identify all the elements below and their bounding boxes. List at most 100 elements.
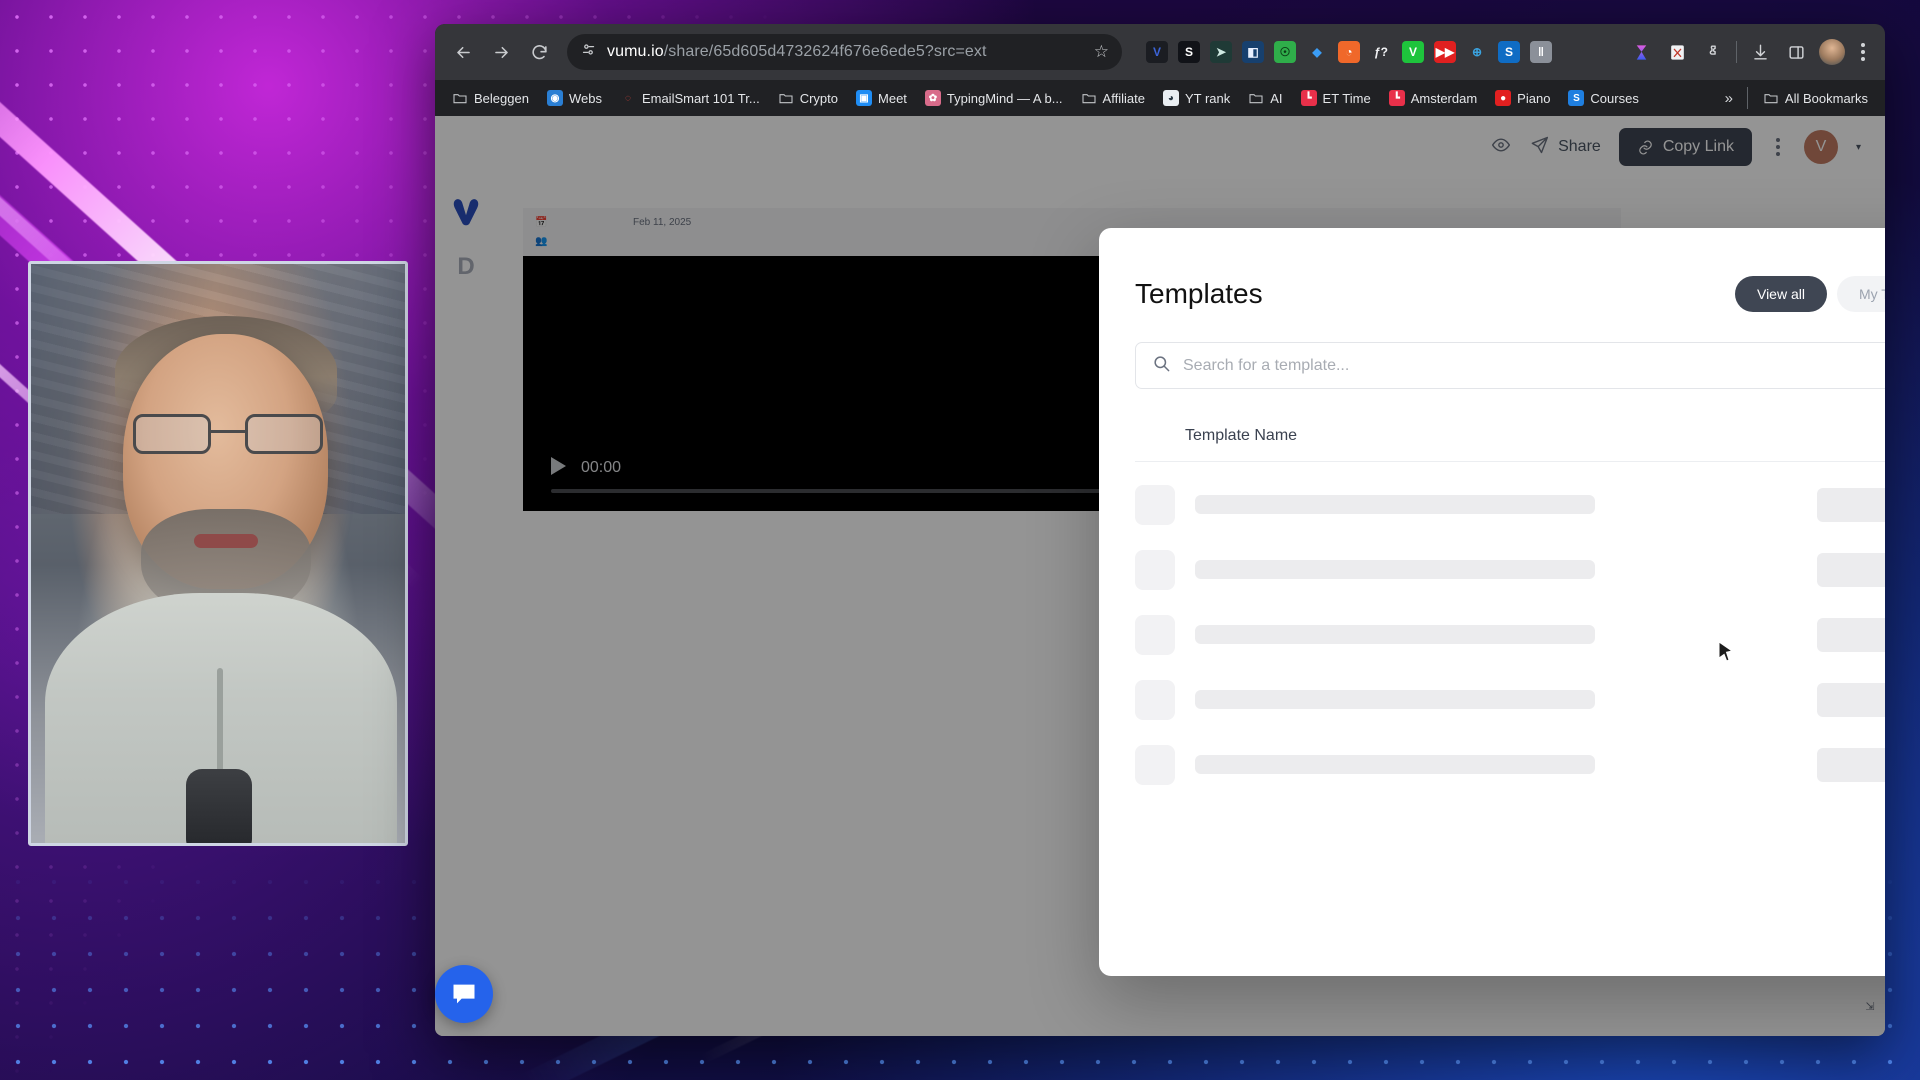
folder-icon bbox=[1081, 90, 1097, 106]
row-name-skeleton bbox=[1195, 690, 1595, 709]
s-extension[interactable]: S bbox=[1178, 41, 1200, 63]
profile-avatar[interactable] bbox=[1819, 39, 1845, 65]
youtube-extension[interactable]: ▶▶ bbox=[1434, 41, 1456, 63]
row-name-skeleton bbox=[1195, 560, 1595, 579]
gem-extension[interactable]: ◆ bbox=[1306, 41, 1328, 63]
row-action-skeleton bbox=[1817, 747, 1885, 782]
browser-toolbar: vumu.io/share/65d605d4732624f676e6ede5?s… bbox=[435, 24, 1885, 80]
row-thumbnail-skeleton bbox=[1135, 614, 1175, 655]
bookmark-star-icon[interactable]: ☆ bbox=[1094, 42, 1109, 62]
row-action-skeleton bbox=[1817, 552, 1885, 587]
folder-icon bbox=[778, 90, 794, 106]
bookmark-item[interactable]: ◉ Webs bbox=[540, 86, 609, 110]
bookmark-favicon: ◌ bbox=[624, 92, 631, 104]
bookmark-item[interactable]: Crypto bbox=[771, 86, 845, 110]
book-extension[interactable]: ◧ bbox=[1242, 41, 1264, 63]
globe-extension[interactable]: ⊕ bbox=[1466, 41, 1488, 63]
bookmark-label: AI bbox=[1270, 90, 1283, 106]
url-path: /share/65d605d4732624f676e6ede5?src=ext bbox=[663, 43, 987, 60]
modal-title: Templates bbox=[1135, 278, 1263, 309]
row-action-skeleton bbox=[1817, 617, 1885, 652]
row-action-skeleton bbox=[1817, 682, 1885, 717]
template-list-header: Template Name bbox=[1135, 427, 1885, 462]
bookmark-label: Courses bbox=[1590, 90, 1639, 106]
bookmark-label: Affiliate bbox=[1102, 90, 1145, 106]
templates-modal: Templates View allMy TemplatesMore Templ… bbox=[1099, 228, 1885, 976]
folder-icon bbox=[1248, 90, 1264, 106]
audio-extension[interactable]: ‖ bbox=[1530, 41, 1552, 63]
template-search-box[interactable] bbox=[1135, 342, 1885, 389]
bookmarks-divider bbox=[1746, 87, 1748, 109]
download-icon[interactable] bbox=[1747, 39, 1773, 65]
all-bookmarks-button[interactable]: All Bookmarks bbox=[1756, 86, 1875, 110]
bookmark-item[interactable]: ✿ TypingMind — A b... bbox=[918, 86, 1070, 110]
bookmark-item[interactable]: Affiliate bbox=[1074, 86, 1152, 110]
bookmark-label: Beleggen bbox=[474, 90, 529, 106]
bookmark-label: Crypto bbox=[799, 90, 839, 106]
puzzle-icon[interactable] bbox=[1700, 39, 1726, 65]
analytics-extension[interactable]: ◔ bbox=[1338, 41, 1360, 63]
side-panel-icon[interactable] bbox=[1783, 39, 1809, 65]
row-thumbnail-skeleton bbox=[1135, 679, 1175, 720]
row-thumbnail-skeleton bbox=[1135, 484, 1175, 525]
hourglass-icon[interactable] bbox=[1628, 39, 1654, 65]
row-name-skeleton bbox=[1195, 495, 1595, 514]
bookmark-item[interactable]: Beleggen bbox=[445, 86, 536, 110]
grammar-extension[interactable]: V bbox=[1402, 41, 1424, 63]
reload-button[interactable] bbox=[521, 34, 557, 70]
vumu-extension[interactable]: V bbox=[1146, 41, 1168, 63]
bookmarks-bar-right: » All Bookmarks bbox=[1719, 86, 1875, 110]
bookmark-favicon: ✿ bbox=[924, 90, 941, 106]
bookmarks-bar: Beleggen ◉ Webs ◌ EmailSmart 101 Tr... Crypto… bbox=[435, 80, 1885, 116]
address-bar[interactable]: vumu.io/share/65d605d4732624f676e6ede5?s… bbox=[567, 34, 1122, 70]
robot-extension[interactable]: ☉ bbox=[1274, 41, 1296, 63]
skype-extension[interactable]: S bbox=[1498, 41, 1520, 63]
bookmark-label: Amsterdam bbox=[1410, 90, 1478, 106]
site-settings-icon[interactable] bbox=[580, 41, 597, 63]
modal-tab[interactable]: View all bbox=[1734, 276, 1827, 312]
mouse-cursor bbox=[1718, 641, 1734, 668]
bookmark-favicon: ┗ bbox=[1300, 90, 1317, 106]
bookmark-item[interactable]: ┗ ET Time bbox=[1294, 86, 1378, 110]
chat-widget-button[interactable] bbox=[435, 965, 493, 1023]
bookmark-label: Webs bbox=[568, 90, 602, 106]
notes-icon[interactable] bbox=[1664, 39, 1690, 65]
function-extension[interactable]: ƒ? bbox=[1370, 41, 1392, 63]
bookmark-item[interactable]: ● Piano bbox=[1488, 86, 1557, 110]
forward-button[interactable] bbox=[483, 34, 519, 70]
bookmark-item[interactable]: ┗ Amsterdam bbox=[1382, 86, 1484, 110]
back-button[interactable] bbox=[445, 34, 481, 70]
search-input[interactable] bbox=[1183, 356, 1885, 375]
bookmark-item[interactable]: ◕ YT rank bbox=[1156, 86, 1237, 110]
row-action-skeleton bbox=[1817, 487, 1885, 522]
bookmark-item[interactable]: ◌ EmailSmart 101 Tr... bbox=[613, 86, 767, 110]
chrome-menu-icon[interactable] bbox=[1855, 37, 1871, 67]
webcam-overlay[interactable] bbox=[28, 261, 408, 846]
bookmark-favicon: S bbox=[1568, 90, 1585, 106]
bookmark-item[interactable]: S Courses bbox=[1561, 86, 1645, 110]
pointer-extension[interactable]: ➤ bbox=[1210, 41, 1232, 63]
bookmark-favicon: ▣ bbox=[856, 90, 873, 106]
bookmarks-overflow-button[interactable]: » bbox=[1719, 90, 1739, 107]
bookmark-favicon: ┗ bbox=[1388, 90, 1405, 106]
url-text: vumu.io/share/65d605d4732624f676e6ede5?s… bbox=[607, 43, 987, 61]
bookmark-item[interactable]: ▣ Meet bbox=[849, 86, 914, 110]
webcam-microphone bbox=[186, 769, 252, 843]
template-row-skeleton bbox=[1135, 602, 1885, 667]
template-row-skeleton bbox=[1135, 667, 1885, 732]
bookmark-favicon: ● bbox=[1495, 90, 1512, 106]
modal-tabs: View allMy TemplatesMore bbox=[1734, 276, 1885, 312]
column-header-template-name: Template Name bbox=[1185, 427, 1298, 444]
modal-header: Templates View allMy TemplatesMore bbox=[1099, 228, 1885, 312]
toolbar-divider bbox=[1736, 41, 1737, 63]
modal-tab[interactable]: My Templates bbox=[1836, 276, 1885, 312]
folder-icon bbox=[1763, 90, 1779, 106]
template-list bbox=[1099, 462, 1885, 797]
bookmark-label: Piano bbox=[1517, 90, 1551, 106]
bookmark-item[interactable]: AI bbox=[1241, 86, 1289, 110]
webcam-person-zipper bbox=[217, 668, 223, 783]
template-row-skeleton bbox=[1135, 732, 1885, 797]
row-name-skeleton bbox=[1195, 625, 1595, 644]
bookmark-label: ET Time bbox=[1322, 90, 1371, 106]
browser-window: vumu.io/share/65d605d4732624f676e6ede5?s… bbox=[435, 24, 1885, 1036]
